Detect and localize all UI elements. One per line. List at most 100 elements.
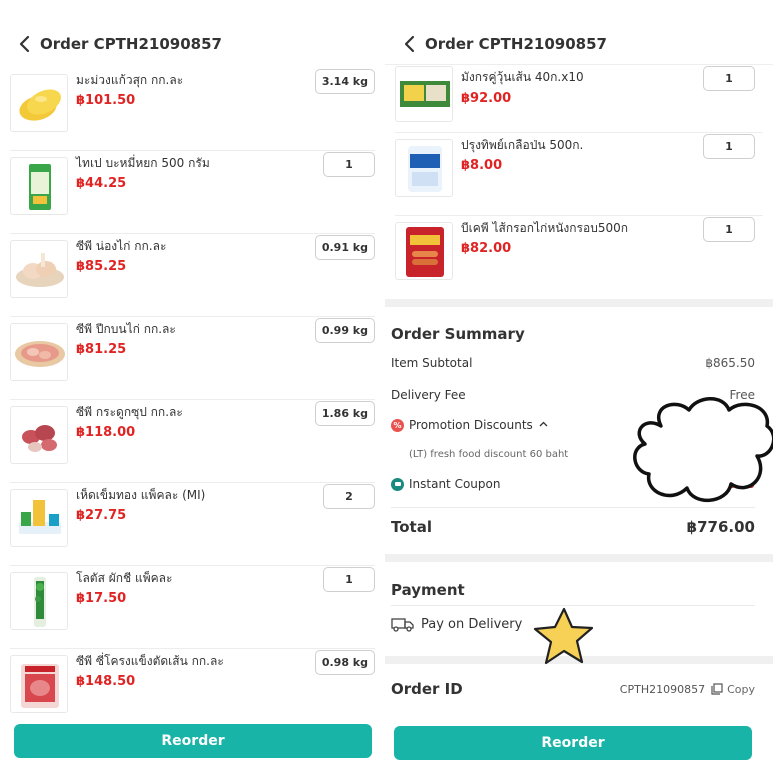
chicken-drumstick-icon [10,240,68,298]
item-name: บีเคพี ไส้กรอกไก่หนังกรอบ500ก [461,221,628,235]
section-divider [385,554,773,562]
item-name: ซีพี ปีกบนไก่ กก.ละ [76,322,176,336]
order-id-row: Order ID CPTH21090857 Copy [391,680,755,698]
quantity-badge: 1 [703,217,755,242]
list-item[interactable]: มะม่วงแก้วสุก กก.ละ ฿101.50 3.14 kg [0,68,385,151]
copy-label: Copy [727,682,755,696]
delivery-truck-icon [391,616,415,632]
list-item[interactable]: เห็ดเข็มทอง แพ็คละ (MI) ฿27.75 2 [0,483,385,566]
item-name: มะม่วงแก้วสุก กก.ละ [76,73,184,87]
coupon-value: -฿30.00 [708,477,755,491]
quantity-badge: 1.86 kg [314,401,375,426]
page-title: Order CPTH21090857 [40,35,222,53]
salt-bag-icon [395,139,453,197]
promotion-row[interactable]: % Promotion Discounts -฿59.50 [391,418,755,432]
quantity-badge: 0.98 kg [314,650,375,675]
item-price: ฿85.25 [76,259,127,274]
item-name: มังกรคู่วุ้นเส้น 40ก.x10 [461,70,584,84]
reorder-button[interactable]: Reorder [14,724,372,758]
promotion-label: Promotion Discounts [409,418,533,432]
item-price: ฿82.00 [461,241,512,256]
copy-icon [711,683,723,695]
item-name: โลตัส ผักชี แพ็คละ [76,571,173,585]
subtotal-value: ฿865.50 [705,356,755,370]
coupon-label: Instant Coupon [409,477,501,491]
right-order-panel: Order CPTH21090857 มังกรคู่วุ้นเส้น 40ก.… [385,0,773,773]
list-item[interactable]: โลตัส ผักชี แพ็คละ ฿17.50 1 [0,566,385,649]
coupon-row: Instant Coupon -฿30.00 [391,477,755,491]
sausage-pack-icon [395,222,453,280]
payment-method-label: Pay on Delivery [421,616,523,632]
total-value: ฿776.00 [686,518,755,536]
delivery-label: Delivery Fee [391,388,466,402]
soup-bones-icon [10,406,68,464]
order-summary-title: Order Summary [391,325,525,343]
item-price: ฿92.00 [461,91,512,106]
list-item[interactable]: ไทเป บะหมี่หยก 500 กรัม ฿44.25 1 [0,151,385,234]
chevron-up-icon [539,420,548,430]
quantity-badge: 0.91 kg [314,235,375,260]
item-name: ซีพี น่องไก่ กก.ละ [76,239,167,253]
enoki-icon [10,489,68,547]
list-item[interactable]: ซีพี น่องไก่ กก.ละ ฿85.25 0.91 kg [0,234,385,317]
quantity-badge: 1 [703,134,755,159]
item-price: ฿27.75 [76,508,127,523]
item-price: ฿17.50 [76,591,127,606]
item-price: ฿148.50 [76,674,136,689]
payment-title: Payment [391,581,465,599]
quantity-badge: 1 [703,66,755,91]
section-divider [385,299,773,307]
percent-icon: % [391,418,404,432]
item-price: ฿81.25 [76,342,127,357]
pork-ribs-icon [10,655,68,713]
item-price: ฿101.50 [76,93,136,108]
back-arrow-icon[interactable] [12,32,36,56]
coupon-icon [391,477,404,491]
item-name: ซีพี กระดูกซุป กก.ละ [76,405,183,419]
item-name: ปรุงทิพย์เกลือป่น 500ก. [461,138,584,152]
subtotal-row: Item Subtotal ฿865.50 [391,356,755,370]
chicken-wing-icon [10,323,68,381]
payment-method: Pay on Delivery [391,616,522,632]
total-row: Total ฿776.00 [391,518,755,536]
left-order-panel: Order CPTH21090857 มะม่วงแก้วสุก กก.ละ ฿… [0,0,385,773]
coriander-icon [10,572,68,630]
section-divider [385,656,773,664]
list-item[interactable]: บีเคพี ไส้กรอกไก่หนังกรอบ500ก ฿82.00 1 [385,216,773,299]
copy-button[interactable]: Copy [711,683,755,696]
item-price: ฿44.25 [76,176,127,191]
noodle-pack-icon [10,157,68,215]
quantity-badge: 1 [323,567,375,592]
header: Order CPTH21090857 [0,28,385,60]
quantity-badge: 3.14 kg [314,69,375,94]
mango-icon [10,74,68,132]
divider [391,507,755,508]
divider [391,605,755,606]
list-item[interactable]: ปรุงทิพย์เกลือป่น 500ก. ฿8.00 1 [385,133,773,216]
reorder-button[interactable]: Reorder [394,726,752,760]
item-price: ฿8.00 [461,158,503,173]
order-id-value: CPTH21090857 [619,682,706,696]
glass-noodle-icon [395,66,453,122]
item-name: เห็ดเข็มทอง แพ็คละ (MI) [76,488,206,502]
promotion-detail-row: (LT) fresh food discount 60 baht -฿59.50 [391,449,755,460]
quantity-badge: 0.99 kg [314,318,375,343]
item-price: ฿118.00 [76,425,136,440]
delivery-value: Free [729,388,755,402]
item-name: ซีพี ซี่โครงแข็งตัดเส้น กก.ละ [76,654,224,668]
promotion-value: -฿59.50 [708,418,755,432]
order-id-label: Order ID [391,680,463,698]
list-item[interactable]: มังกรคู่วุ้นเส้น 40ก.x10 ฿92.00 1 [385,50,773,133]
quantity-badge: 1 [323,152,375,177]
list-item[interactable]: ซีพี ซี่โครงแข็งตัดเส้น กก.ละ ฿148.50 0.… [0,649,385,732]
list-item[interactable]: ซีพี กระดูกซุป กก.ละ ฿118.00 1.86 kg [0,400,385,483]
promotion-detail-value: -฿59.50 [716,449,755,460]
total-label: Total [391,518,432,536]
item-name: ไทเป บะหมี่หยก 500 กรัม [76,156,210,170]
quantity-badge: 2 [323,484,375,509]
promotion-detail-label: (LT) fresh food discount 60 baht [409,449,569,460]
promotion-toggle[interactable]: % Promotion Discounts [391,418,548,432]
list-item[interactable]: ซีพี ปีกบนไก่ กก.ละ ฿81.25 0.99 kg [0,317,385,400]
delivery-row: Delivery Fee Free [391,388,755,402]
subtotal-label: Item Subtotal [391,356,473,370]
